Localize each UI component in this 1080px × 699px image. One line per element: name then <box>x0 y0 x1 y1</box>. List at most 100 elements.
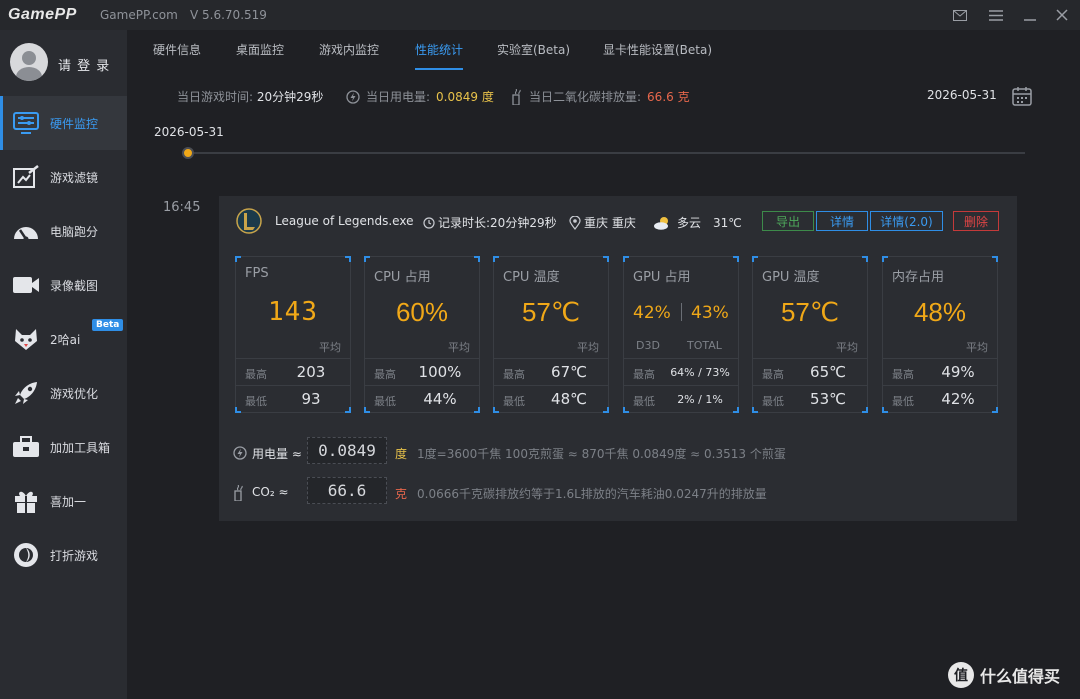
minimize-icon[interactable] <box>1020 5 1040 25</box>
power-label: 当日用电量: <box>366 90 431 104</box>
sidebar-item-2ha-ai[interactable]: 2哈ai Beta <box>0 312 127 366</box>
daily-play-time: 当日游戏时间: 20分钟29秒 <box>177 88 323 105</box>
metric-min: 93 <box>301 390 321 408</box>
discount-icon <box>11 540 41 570</box>
sidebar-item-label: 加加工具箱 <box>50 440 111 455</box>
daily-co2: 当日二氧化碳排放量: 66.6 克 <box>511 88 690 105</box>
hardware-monitor-icon <box>11 108 41 138</box>
sidebar-item-benchmark[interactable]: 电脑跑分 <box>0 204 127 258</box>
temperature-text: 31℃ <box>713 215 742 230</box>
min-label: 最低 <box>633 395 655 408</box>
metric-min: 53℃ <box>810 390 846 408</box>
location-pin-icon <box>569 215 581 230</box>
session-time: 16:45 <box>163 200 201 215</box>
sidebar-item-label: 电脑跑分 <box>50 224 99 239</box>
power-label: 用电量 ≈ <box>252 447 302 461</box>
mail-icon[interactable] <box>950 5 970 25</box>
session-location: 重庆 重庆 <box>569 214 636 231</box>
husky-icon <box>11 324 41 354</box>
average-label: 平均 <box>319 341 341 354</box>
metric-average: 57℃ <box>780 297 840 327</box>
metric-max: 203 <box>296 363 326 381</box>
metric-title: FPS <box>245 266 269 281</box>
tab-desktop-monitor[interactable]: 桌面监控 <box>236 41 284 70</box>
tab-ingame-monitor[interactable]: 游戏内监控 <box>319 41 379 70</box>
sidebar-item-recording[interactable]: 录像截图 <box>0 258 127 312</box>
metric-title: GPU 温度 <box>762 270 820 285</box>
co2-label: CO₂ ≈ <box>252 485 289 499</box>
duration-text: 记录时长:20分钟29秒 <box>438 216 557 230</box>
power-icon <box>346 89 360 104</box>
timeline-track[interactable] <box>188 152 1025 154</box>
co2-value: 66.6 克 <box>647 90 690 104</box>
tab-bar: 硬件信息 桌面监控 游戏内监控 性能统计 实验室(Beta) 显卡性能设置(Be… <box>127 30 1080 70</box>
sidebar-item-discount-games[interactable]: 打折游戏 <box>0 528 127 582</box>
speedometer-icon <box>11 216 41 246</box>
timeline-marker[interactable] <box>182 147 194 159</box>
max-label: 最高 <box>374 368 396 381</box>
login-link[interactable]: 请 登 录 <box>58 55 110 74</box>
sidebar-item-free-games[interactable]: 喜加一 <box>0 474 127 528</box>
metric-max: 100% <box>418 363 462 381</box>
metric-max: 64% / 73% <box>670 366 730 379</box>
user-login-area[interactable]: 请 登 录 <box>0 30 127 96</box>
delete-button[interactable]: 删除 <box>953 211 999 231</box>
sidebar-item-game-filter[interactable]: 游戏滤镜 <box>0 150 127 204</box>
fps-metric: FPS 143 平均 最高 203 最低 93 <box>235 256 351 413</box>
sidebar-item-hardware-monitor[interactable]: 硬件监控 <box>0 96 127 150</box>
metric-average: 48% <box>913 297 967 327</box>
metric-max: 49% <box>941 363 975 381</box>
chimney-icon <box>512 88 521 105</box>
sidebar-item-label: 录像截图 <box>50 278 99 293</box>
metric-max: 65℃ <box>810 363 846 381</box>
beta-badge: Beta <box>92 319 124 331</box>
watermark: 值 什么值得买 <box>948 662 1060 688</box>
sidebar-item-label: 硬件监控 <box>50 116 99 131</box>
sidebar-item-game-optimize[interactable]: 游戏优化 <box>0 366 127 420</box>
menu-icon[interactable] <box>986 5 1006 25</box>
max-label: 最高 <box>633 368 655 381</box>
average-label: 平均 <box>577 341 599 354</box>
title-bar: GamePP GamePP.com V 5.6.70.519 <box>0 0 1080 30</box>
calendar-icon[interactable] <box>1012 86 1032 106</box>
location-text: 重庆 重庆 <box>584 216 636 230</box>
sidebar-item-toolbox[interactable]: 加加工具箱 <box>0 420 127 474</box>
detail-v2-button[interactable]: 详情(2.0) <box>870 211 943 231</box>
close-icon[interactable] <box>1052 5 1072 25</box>
min-label: 最低 <box>245 395 267 408</box>
power-icon <box>233 445 249 461</box>
sidebar: 请 登 录 硬件监控 游戏滤镜 电脑跑分 录像截图 2哈ai Beta 游戏优化… <box>0 30 127 699</box>
tab-lab[interactable]: 实验室(Beta) <box>497 41 570 70</box>
tab-performance-stats[interactable]: 性能统计 <box>415 41 464 70</box>
metric-min-row: 最低 2% / 1% <box>624 385 738 412</box>
tab-gpu-settings[interactable]: 显卡性能设置(Beta) <box>603 41 712 70</box>
play-time-label: 当日游戏时间: <box>177 90 254 104</box>
sidebar-item-label: 喜加一 <box>50 494 87 509</box>
co2-value-box: 66.6 <box>307 477 387 504</box>
co2-label: 当日二氧化碳排放量: <box>529 90 642 104</box>
metric-max-row: 最高 49% <box>883 358 997 385</box>
metric-max-row: 最高 64% / 73% <box>624 358 738 385</box>
watermark-logo-icon: 值 <box>948 662 974 688</box>
site-url: GamePP.com <box>100 8 178 22</box>
gpu-temp-metric: GPU 温度 57℃ 平均 最高 65℃ 最低 53℃ <box>752 256 868 413</box>
tab-hardware-info[interactable]: 硬件信息 <box>153 41 201 70</box>
metric-max-row: 最高 100% <box>365 358 479 385</box>
max-label: 最高 <box>245 368 267 381</box>
d3d-label: D3D <box>636 339 660 352</box>
average-label: 平均 <box>836 341 858 354</box>
sidebar-item-label: 打折游戏 <box>50 548 99 563</box>
cloudy-icon <box>654 216 668 230</box>
session-card: League of Legends.exe 记录时长:20分钟29秒 重庆 重庆… <box>219 196 1017 521</box>
detail-button[interactable]: 详情 <box>816 211 868 231</box>
avatar[interactable] <box>10 43 48 81</box>
metric-average: 60% <box>395 297 449 327</box>
sidebar-item-label: 游戏优化 <box>50 386 99 401</box>
daily-power: 当日用电量: 0.0849 度 <box>346 88 494 105</box>
play-time-value: 20分钟29秒 <box>256 90 324 104</box>
metric-average: 57℃ <box>521 297 581 327</box>
league-of-legends-icon <box>236 208 262 234</box>
co2-unit: 克 <box>395 487 408 501</box>
toolbox-icon <box>11 432 41 462</box>
export-button[interactable]: 导出 <box>762 211 814 231</box>
